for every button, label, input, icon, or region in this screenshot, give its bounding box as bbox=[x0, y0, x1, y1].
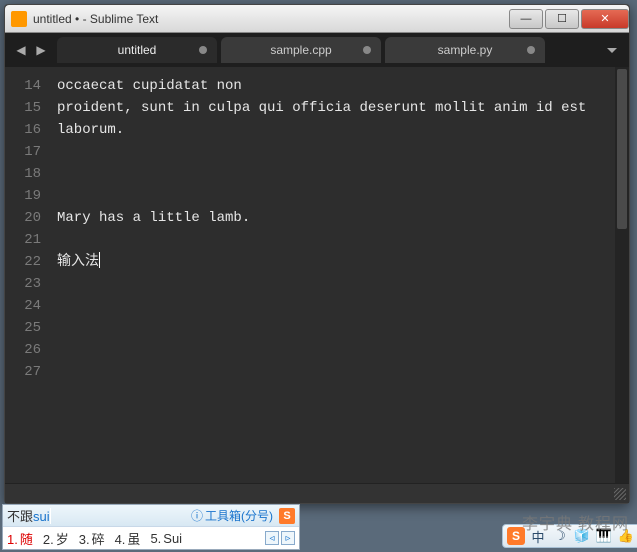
ime-composition-pinyin: sui bbox=[33, 509, 50, 524]
tab-sample-py[interactable]: sample.py bbox=[385, 37, 545, 63]
ime-page-next-icon[interactable]: ▹ bbox=[281, 531, 295, 545]
code-line[interactable] bbox=[57, 273, 607, 295]
code-line[interactable] bbox=[57, 339, 607, 361]
titlebar[interactable]: untitled • - Sublime Text — ☐ ✕ bbox=[5, 5, 629, 33]
line-number: 27 bbox=[5, 361, 41, 383]
dirty-indicator-icon bbox=[199, 46, 207, 54]
line-number: 18 bbox=[5, 163, 41, 185]
ime-composition: 不跟sui bbox=[7, 506, 51, 525]
watermark-text: 李宇典 教程网 bbox=[522, 510, 629, 534]
tab-label: sample.py bbox=[438, 43, 493, 57]
window-buttons: — ☐ ✕ bbox=[507, 9, 629, 29]
ime-paging: ◃▹ bbox=[265, 531, 295, 545]
ime-candidate-row: 1.随 2.岁 3.碎 4.虽 5.Sui ◃▹ bbox=[3, 527, 299, 549]
ime-toolbox[interactable]: ⓘ 工具箱(分号) bbox=[191, 507, 273, 524]
dirty-indicator-icon bbox=[527, 46, 535, 54]
line-number: 25 bbox=[5, 317, 41, 339]
text-caret bbox=[99, 252, 100, 268]
candidate-word: Sui bbox=[163, 531, 182, 546]
line-number: 21 bbox=[5, 229, 41, 251]
candidate-word: 随 bbox=[20, 532, 33, 547]
app-window: untitled • - Sublime Text — ☐ ✕ ◀ ▶ unti… bbox=[4, 4, 630, 504]
dirty-indicator-icon bbox=[363, 46, 371, 54]
tab-sample-cpp[interactable]: sample.cpp bbox=[221, 37, 381, 63]
ime-candidate[interactable]: 3.碎 bbox=[79, 529, 105, 548]
line-number: 23 bbox=[5, 273, 41, 295]
app-icon bbox=[11, 11, 27, 27]
code-editor[interactable]: occaecat cupidatat nonproident, sunt in … bbox=[49, 67, 615, 483]
resize-grip-icon[interactable] bbox=[614, 488, 626, 500]
ime-composition-row: 不跟sui ⓘ 工具箱(分号) S bbox=[3, 505, 299, 527]
candidate-word: 岁 bbox=[56, 532, 69, 547]
window-title: untitled • - Sublime Text bbox=[33, 12, 507, 26]
tab-untitled[interactable]: untitled bbox=[57, 37, 217, 63]
tab-history-back-icon[interactable]: ◀ bbox=[13, 42, 29, 58]
ime-candidate[interactable]: 5.Sui bbox=[150, 531, 182, 546]
code-line[interactable]: occaecat cupidatat non bbox=[57, 75, 607, 97]
line-number: 24 bbox=[5, 295, 41, 317]
line-number-gutter: 1415161718192021222324252627 bbox=[5, 67, 49, 483]
code-line[interactable]: Mary has a little lamb. bbox=[57, 207, 607, 229]
line-number: 16 bbox=[5, 119, 41, 141]
tab-history-forward-icon[interactable]: ▶ bbox=[33, 42, 49, 58]
line-number: 26 bbox=[5, 339, 41, 361]
code-line[interactable] bbox=[57, 229, 607, 251]
status-bar bbox=[5, 483, 629, 503]
close-button[interactable]: ✕ bbox=[581, 9, 629, 29]
line-number: 17 bbox=[5, 141, 41, 163]
tab-overflow-icon[interactable] bbox=[607, 48, 617, 53]
editor-area: 1415161718192021222324252627 occaecat cu… bbox=[5, 67, 629, 483]
maximize-button[interactable]: ☐ bbox=[545, 9, 579, 29]
candidate-index: 5. bbox=[150, 531, 161, 546]
line-number: 15 bbox=[5, 97, 41, 119]
candidate-index: 4. bbox=[115, 532, 126, 547]
candidate-index: 3. bbox=[79, 532, 90, 547]
candidate-word: 虽 bbox=[127, 532, 140, 547]
tab-label: sample.cpp bbox=[270, 43, 331, 57]
code-line[interactable]: proident, sunt in culpa qui officia dese… bbox=[57, 97, 607, 141]
info-icon: ⓘ bbox=[191, 507, 203, 524]
line-number: 19 bbox=[5, 185, 41, 207]
code-line[interactable]: 输入法 bbox=[57, 251, 607, 273]
tab-bar: ◀ ▶ untitled sample.cpp sample.py bbox=[5, 33, 629, 67]
code-line[interactable] bbox=[57, 383, 607, 405]
candidate-index: 1. bbox=[7, 532, 18, 547]
code-line[interactable] bbox=[57, 295, 607, 317]
code-line[interactable] bbox=[57, 361, 607, 383]
line-number: 20 bbox=[5, 207, 41, 229]
ime-candidate-window: 不跟sui ⓘ 工具箱(分号) S 1.随 2.岁 3.碎 4.虽 5.Sui ◃▹ bbox=[2, 504, 300, 550]
ime-caret bbox=[50, 508, 51, 524]
code-line[interactable] bbox=[57, 141, 607, 163]
line-number: 14 bbox=[5, 75, 41, 97]
candidate-word: 碎 bbox=[92, 532, 105, 547]
code-line[interactable] bbox=[57, 317, 607, 339]
minimize-button[interactable]: — bbox=[509, 9, 543, 29]
tab-list: untitled sample.cpp sample.py bbox=[57, 37, 601, 63]
ime-candidate[interactable]: 4.虽 bbox=[115, 529, 141, 548]
ime-toolbox-label: 工具箱(分号) bbox=[205, 507, 273, 524]
ime-candidate[interactable]: 2.岁 bbox=[43, 529, 69, 548]
line-number: 22 bbox=[5, 251, 41, 273]
ime-candidate[interactable]: 1.随 bbox=[7, 529, 33, 548]
tab-label: untitled bbox=[118, 43, 157, 57]
vertical-scrollbar[interactable] bbox=[615, 67, 629, 483]
candidate-index: 2. bbox=[43, 532, 54, 547]
ime-page-prev-icon[interactable]: ◃ bbox=[265, 531, 279, 545]
ime-composition-prefix: 不跟 bbox=[7, 509, 33, 524]
code-line[interactable] bbox=[57, 185, 607, 207]
sogou-logo-icon: S bbox=[279, 508, 295, 524]
code-line[interactable] bbox=[57, 163, 607, 185]
scrollbar-thumb[interactable] bbox=[617, 69, 627, 229]
